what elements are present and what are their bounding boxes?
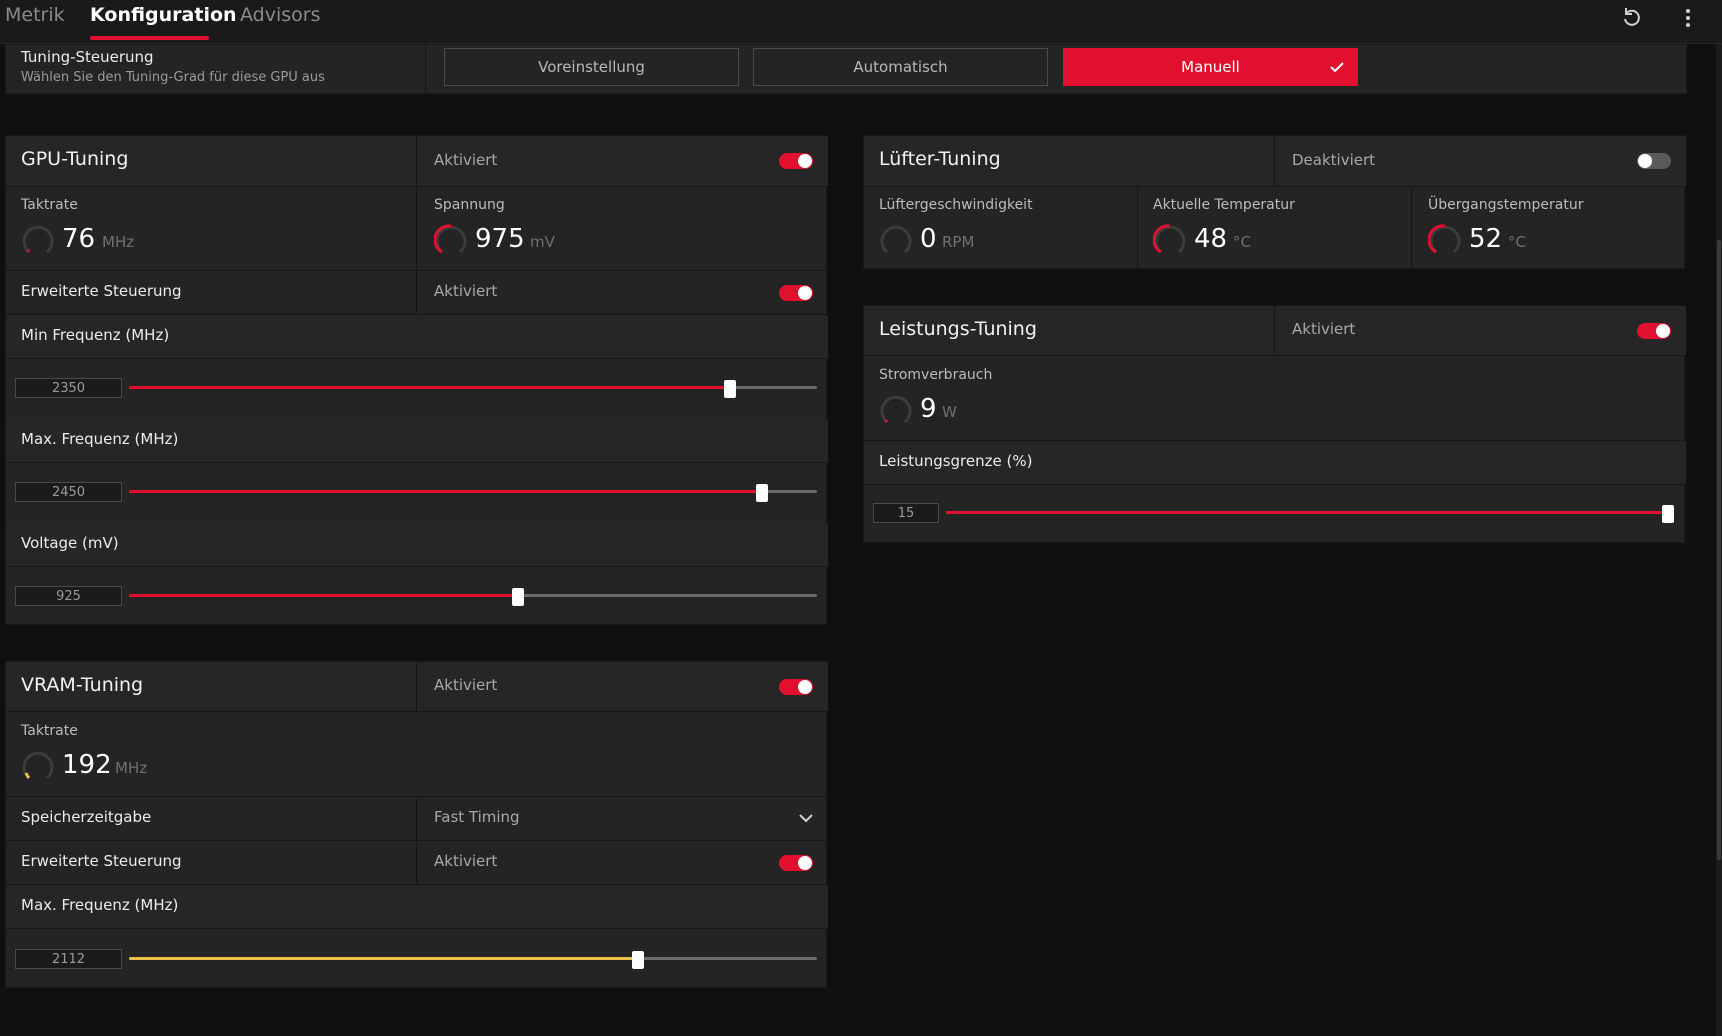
power-tuning-panel: Leistungs-Tuning Aktiviert Stromverbrauc… bbox=[863, 305, 1686, 543]
fan-speed-value: 0 bbox=[920, 224, 937, 254]
vram-tuning-title: VRAM-Tuning bbox=[21, 674, 144, 696]
vram-advanced-status: Aktiviert bbox=[434, 852, 498, 870]
junction-temp-unit: °C bbox=[1508, 233, 1526, 251]
junction-temp-label: Übergangstemperatur bbox=[1428, 197, 1584, 213]
gpu-metrics-row bbox=[6, 187, 828, 271]
power-draw-gauge-icon bbox=[880, 395, 912, 424]
tab-konfiguration[interactable]: Konfiguration bbox=[90, 4, 237, 26]
active-tab-indicator bbox=[90, 36, 209, 40]
reset-icon[interactable] bbox=[1620, 6, 1644, 30]
power-draw-label: Stromverbrauch bbox=[879, 367, 993, 383]
gpu-clock-gauge-icon bbox=[22, 225, 54, 254]
slider-thumb[interactable] bbox=[511, 588, 524, 606]
automatic-button[interactable]: Automatisch bbox=[753, 48, 1048, 86]
gpu-voltage-unit: mV bbox=[530, 233, 555, 251]
gpu-max-freq-label: Max. Frequenz (MHz) bbox=[21, 430, 179, 448]
current-temp-value: 48 bbox=[1194, 224, 1228, 254]
power-tuning-status: Aktiviert bbox=[1292, 320, 1356, 338]
manual-button[interactable]: Manuell bbox=[1063, 48, 1358, 86]
slider-thumb[interactable] bbox=[723, 380, 736, 398]
power-draw-unit: W bbox=[942, 403, 957, 421]
power-limit-label: Leistungsgrenze (%) bbox=[879, 452, 1033, 470]
manual-button-label: Manuell bbox=[1181, 58, 1240, 76]
vram-max-freq-label: Max. Frequenz (MHz) bbox=[21, 896, 179, 914]
gpu-voltage-value: 975 bbox=[475, 224, 525, 254]
vram-advanced-label: Erweiterte Steuerung bbox=[21, 852, 182, 870]
tab-advisors[interactable]: Advisors bbox=[240, 4, 320, 26]
fan-speed-unit: RPM bbox=[942, 233, 975, 251]
gpu-voltage-slider[interactable] bbox=[129, 588, 817, 606]
scrollbar-thumb[interactable] bbox=[1717, 240, 1721, 860]
gpu-voltage-label: Spannung bbox=[434, 197, 505, 213]
current-temp-gauge-icon bbox=[1153, 224, 1186, 254]
power-tuning-toggle[interactable] bbox=[1637, 323, 1671, 339]
chevron-down-icon bbox=[799, 814, 813, 823]
power-draw-value: 9 bbox=[920, 394, 937, 424]
vram-clock-value: 192 bbox=[62, 750, 112, 780]
power-tuning-title: Leistungs-Tuning bbox=[879, 318, 1037, 340]
preset-button[interactable]: Voreinstellung bbox=[444, 48, 739, 86]
current-temp-label: Aktuelle Temperatur bbox=[1153, 197, 1295, 213]
gpu-advanced-label: Erweiterte Steuerung bbox=[21, 282, 182, 300]
checkmark-icon bbox=[1330, 62, 1344, 73]
vram-advanced-toggle[interactable] bbox=[779, 855, 813, 871]
power-limit-slider[interactable] bbox=[946, 505, 1674, 523]
gpu-min-freq-label: Min Frequenz (MHz) bbox=[21, 326, 170, 344]
tuning-control-panel: Tuning-Steuerung Wählen Sie den Tuning-G… bbox=[5, 44, 1687, 95]
gpu-tuning-title: GPU-Tuning bbox=[21, 148, 129, 170]
gpu-max-freq-slider[interactable] bbox=[129, 484, 817, 502]
fan-speed-label: Lüftergeschwindigkeit bbox=[879, 197, 1033, 213]
gpu-min-freq-input[interactable] bbox=[15, 378, 122, 398]
tuning-control-title: Tuning-Steuerung bbox=[21, 48, 154, 66]
power-limit-input[interactable] bbox=[873, 503, 939, 523]
vram-max-freq-input[interactable] bbox=[15, 949, 122, 969]
slider-thumb[interactable] bbox=[632, 951, 645, 969]
fan-tuning-status: Deaktiviert bbox=[1292, 151, 1376, 169]
gpu-clock-unit: MHz bbox=[102, 233, 135, 251]
vram-clock-gauge-icon bbox=[22, 751, 54, 780]
fan-tuning-title: Lüfter-Tuning bbox=[879, 148, 1001, 170]
gpu-voltage-gauge-icon bbox=[434, 224, 467, 254]
tab-metrik[interactable]: Metrik bbox=[5, 4, 65, 26]
top-tab-bar: Metrik Konfiguration Advisors bbox=[0, 0, 1722, 44]
memory-timing-dropdown[interactable]: Fast Timing bbox=[434, 808, 818, 826]
fan-tuning-toggle[interactable] bbox=[1637, 153, 1671, 169]
vram-metrics-row bbox=[6, 713, 828, 797]
current-temp-unit: °C bbox=[1233, 233, 1251, 251]
gpu-tuning-header bbox=[6, 136, 828, 187]
vram-max-freq-slider[interactable] bbox=[129, 951, 817, 969]
slider-thumb[interactable] bbox=[755, 484, 768, 502]
vram-tuning-panel: VRAM-Tuning Aktiviert Taktrate 192 MHz S… bbox=[5, 661, 828, 988]
more-vertical-icon[interactable] bbox=[1676, 6, 1700, 30]
fan-speed-gauge-icon bbox=[880, 225, 912, 254]
gpu-tuning-toggle[interactable] bbox=[779, 153, 813, 169]
vram-clock-label: Taktrate bbox=[21, 723, 78, 739]
fan-tuning-panel: Lüfter-Tuning Deaktiviert Lüftergeschwin… bbox=[863, 135, 1686, 270]
gpu-tuning-status: Aktiviert bbox=[434, 151, 498, 169]
junction-temp-gauge-icon bbox=[1428, 224, 1461, 254]
vram-tuning-status: Aktiviert bbox=[434, 676, 498, 694]
gpu-clock-label: Taktrate bbox=[21, 197, 78, 213]
gpu-voltage-slider-header bbox=[6, 524, 828, 567]
memory-timing-value: Fast Timing bbox=[434, 808, 520, 826]
vram-clock-unit: MHz bbox=[115, 759, 148, 777]
gpu-max-freq-input[interactable] bbox=[15, 482, 122, 502]
tuning-control-subtitle: Wählen Sie den Tuning-Grad für diese GPU… bbox=[21, 70, 325, 85]
slider-thumb[interactable] bbox=[1662, 505, 1674, 523]
gpu-tuning-panel: GPU-Tuning Aktiviert Taktrate 76 MHz Spa… bbox=[5, 135, 828, 625]
gpu-clock-value: 76 bbox=[62, 224, 96, 254]
memory-timing-label: Speicherzeitgabe bbox=[21, 808, 152, 826]
gpu-voltage-slider-label: Voltage (mV) bbox=[21, 534, 119, 552]
gpu-min-freq-slider[interactable] bbox=[129, 380, 817, 398]
vram-tuning-toggle[interactable] bbox=[779, 679, 813, 695]
gpu-voltage-input[interactable] bbox=[15, 586, 122, 606]
junction-temp-value: 52 bbox=[1469, 224, 1503, 254]
gpu-advanced-status: Aktiviert bbox=[434, 282, 498, 300]
gpu-advanced-toggle[interactable] bbox=[779, 285, 813, 301]
